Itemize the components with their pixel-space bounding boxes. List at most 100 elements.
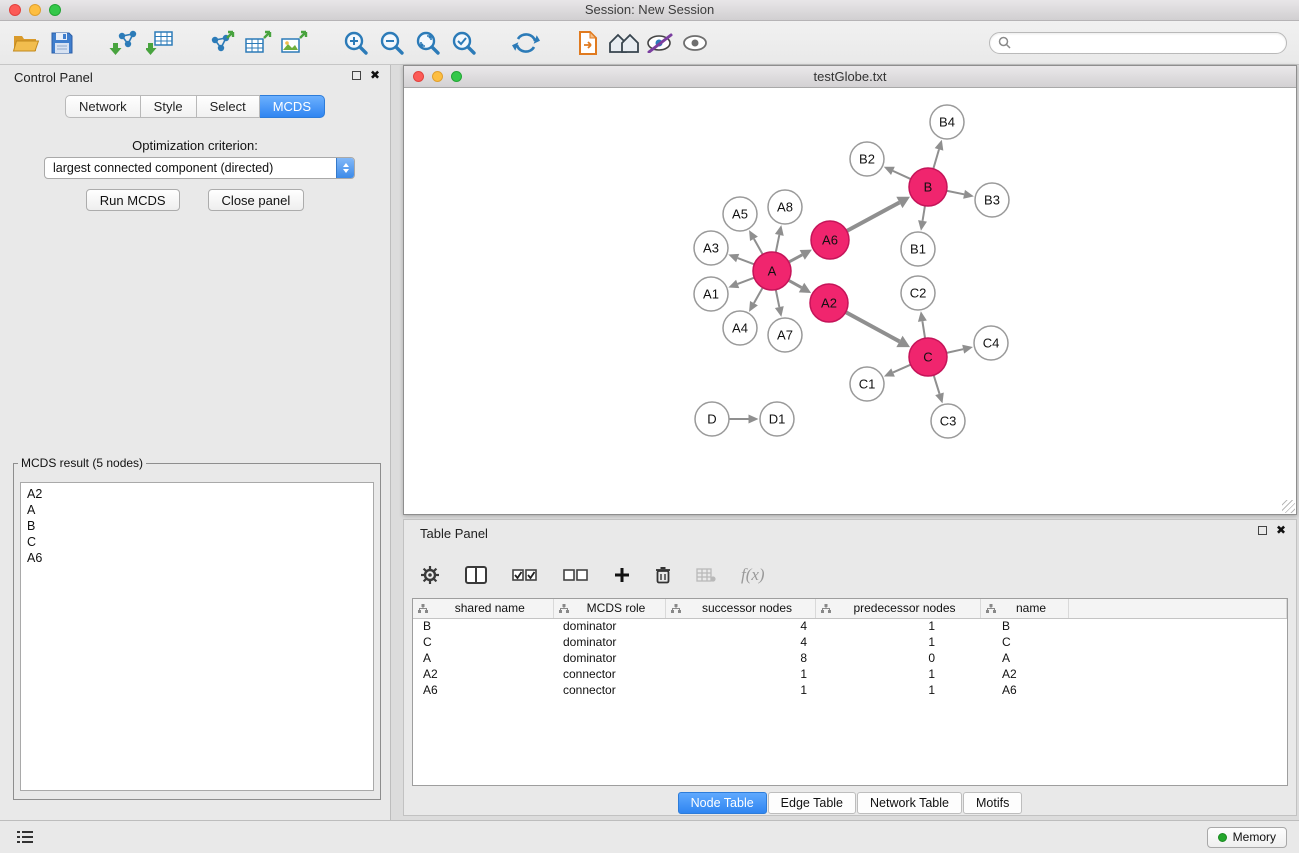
zoom-window-button[interactable]	[49, 4, 61, 16]
optimization-dropdown[interactable]: largest connected component (directed)	[44, 157, 355, 179]
tab-select[interactable]: Select	[197, 95, 260, 118]
mcds-result-item[interactable]: C	[27, 534, 367, 550]
minimize-window-button[interactable]	[29, 4, 41, 16]
tab-motifs[interactable]: Motifs	[963, 792, 1022, 814]
search-input[interactable]	[1016, 36, 1278, 50]
close-table-panel-icon[interactable]: ✖	[1276, 525, 1286, 535]
tab-edge-table[interactable]: Edge Table	[768, 792, 856, 814]
graph-node-D[interactable]: D	[695, 402, 729, 436]
tab-node-table[interactable]: Node Table	[678, 792, 767, 814]
network-minimize-button[interactable]	[432, 71, 443, 82]
table-settings-button[interactable]	[420, 565, 440, 585]
mcds-result-item[interactable]: A	[27, 502, 367, 518]
graph-edge-A6-B[interactable]	[847, 202, 900, 231]
graph-node-B[interactable]: B	[909, 168, 947, 206]
graph-edge-A2-C[interactable]	[846, 312, 900, 341]
graph-edge-C-C1[interactable]	[893, 365, 911, 373]
refresh-button[interactable]	[508, 25, 544, 61]
graph-node-B2[interactable]: B2	[850, 142, 884, 176]
graph-node-B3[interactable]: B3	[975, 183, 1009, 217]
graph-node-A1[interactable]: A1	[694, 277, 728, 311]
close-panel-icon[interactable]: ✖	[370, 70, 380, 80]
network-window-titlebar[interactable]: testGlobe.txt	[404, 66, 1296, 88]
graph-edge-C-C3[interactable]	[934, 375, 940, 394]
graph-node-C1[interactable]: C1	[850, 367, 884, 401]
graph-node-B4[interactable]: B4	[930, 105, 964, 139]
graph-edge-C-C2[interactable]	[922, 321, 925, 338]
save-session-button[interactable]	[44, 25, 80, 61]
zoom-fit-button[interactable]	[410, 25, 446, 61]
graph-edge-B-B4[interactable]	[933, 149, 939, 168]
show-panels-button[interactable]	[12, 827, 38, 847]
column-header-predecessor-nodes[interactable]: predecessor nodes	[815, 599, 980, 618]
graph-node-C4[interactable]: C4	[974, 326, 1008, 360]
show-hide-button[interactable]	[678, 25, 714, 61]
close-panel-button[interactable]: Close panel	[208, 189, 305, 211]
mcds-result-item[interactable]: A2	[27, 486, 367, 502]
import-table-button[interactable]	[142, 25, 178, 61]
graph-node-A[interactable]: A	[753, 252, 791, 290]
graph-node-A8[interactable]: A8	[768, 190, 802, 224]
network-close-button[interactable]	[413, 71, 424, 82]
export-image-button[interactable]	[276, 25, 312, 61]
memory-button[interactable]: Memory	[1207, 827, 1287, 848]
graph-node-D1[interactable]: D1	[760, 402, 794, 436]
tab-network-table[interactable]: Network Table	[857, 792, 962, 814]
network-canvas[interactable]: B4B2BB3A8A5A6A3B1AA1C2A2A4A7C4CC1C3DD1	[405, 89, 1295, 513]
table-row[interactable]: A6connector11A6	[413, 682, 1287, 698]
delete-column-button[interactable]	[655, 566, 671, 584]
zoom-out-button[interactable]	[374, 25, 410, 61]
graph-node-A5[interactable]: A5	[723, 197, 757, 231]
graph-edge-B-B1[interactable]	[923, 206, 925, 221]
graph-edge-B-B2[interactable]	[893, 171, 911, 179]
graph-edge-A-A6[interactable]	[789, 255, 802, 262]
zoom-selected-button[interactable]	[446, 25, 482, 61]
graph-edge-A-A2[interactable]	[789, 280, 802, 287]
mcds-result-item[interactable]: A6	[27, 550, 367, 566]
graph-edge-B-B3[interactable]	[947, 191, 964, 195]
show-columns-button[interactable]	[465, 566, 487, 584]
graph-node-A3[interactable]: A3	[694, 231, 728, 265]
tab-mcds[interactable]: MCDS	[260, 95, 325, 118]
run-mcds-button[interactable]: Run MCDS	[86, 189, 180, 211]
open-document-button[interactable]	[570, 25, 606, 61]
float-table-panel-icon[interactable]	[1258, 526, 1267, 535]
column-header-shared-name[interactable]: shared name	[413, 599, 553, 618]
table-row[interactable]: Adominator80A	[413, 650, 1287, 666]
graph-edge-A-A3[interactable]	[738, 258, 755, 264]
function-builder-button[interactable]: f(x)	[741, 565, 765, 585]
apply-style-button[interactable]	[642, 25, 678, 61]
mcds-result-item[interactable]: B	[27, 518, 367, 534]
graph-edge-A-A8[interactable]	[776, 235, 780, 252]
export-table-button[interactable]	[240, 25, 276, 61]
search-field[interactable]	[989, 32, 1287, 54]
table-row[interactable]: Cdominator41C	[413, 634, 1287, 650]
graph-node-C[interactable]: C	[909, 338, 947, 376]
node-table-container[interactable]: shared nameMCDS rolesuccessor nodesprede…	[412, 598, 1288, 786]
open-session-button[interactable]	[8, 25, 44, 61]
graph-node-C3[interactable]: C3	[931, 404, 965, 438]
home-views-button[interactable]	[606, 25, 642, 61]
graph-edge-A-A4[interactable]	[754, 288, 763, 304]
column-header-successor-nodes[interactable]: successor nodes	[665, 599, 815, 618]
graph-node-B1[interactable]: B1	[901, 232, 935, 266]
column-header-mcds-role[interactable]: MCDS role	[553, 599, 665, 618]
graph-node-A6[interactable]: A6	[811, 221, 849, 259]
graph-edge-C-C4[interactable]	[947, 349, 964, 353]
table-row[interactable]: A2connector11A2	[413, 666, 1287, 682]
table-row[interactable]: Bdominator41B	[413, 618, 1287, 634]
tab-network[interactable]: Network	[65, 95, 141, 118]
close-window-button[interactable]	[9, 4, 21, 16]
graph-node-A4[interactable]: A4	[723, 311, 757, 345]
graph-edge-A-A7[interactable]	[776, 290, 780, 307]
select-all-rows-button[interactable]	[512, 568, 538, 582]
float-panel-icon[interactable]	[352, 71, 361, 80]
export-network-button[interactable]	[204, 25, 240, 61]
zoom-in-button[interactable]	[338, 25, 374, 61]
graph-node-A2[interactable]: A2	[810, 284, 848, 322]
column-header-name[interactable]: name	[980, 599, 1068, 618]
network-zoom-button[interactable]	[451, 71, 462, 82]
tab-style[interactable]: Style	[141, 95, 197, 118]
mcds-result-list[interactable]: A2ABCA6	[20, 482, 374, 791]
add-column-button[interactable]	[614, 567, 630, 583]
